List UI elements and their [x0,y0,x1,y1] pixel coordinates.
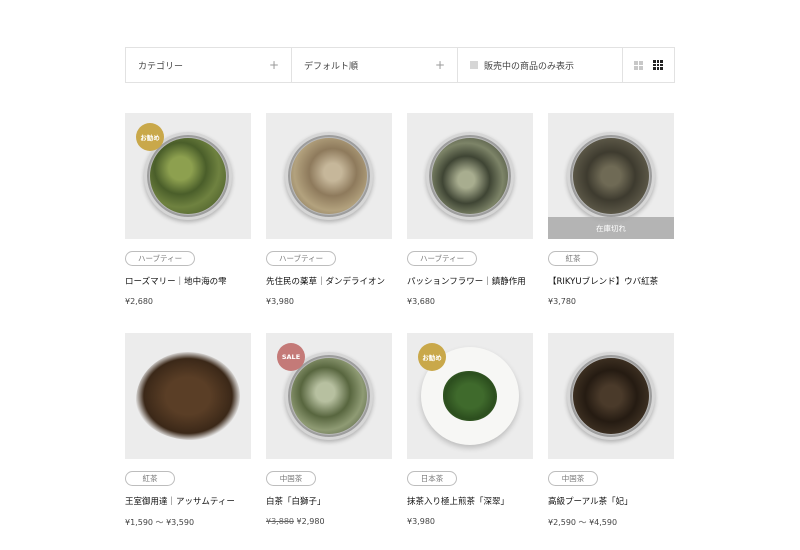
sort-dropdown[interactable]: デフォルト順 + [292,48,458,82]
sort-dropdown-label: デフォルト順 [304,61,359,72]
product-name[interactable]: 王室御用達｜アッサムティー [125,495,251,507]
category-tag[interactable]: 中国茶 [548,471,598,486]
plus-icon: + [268,58,279,72]
sale-badge: SALE [277,343,305,371]
product-price: ¥2,590 〜 ¥4,590 [548,518,618,527]
product-image[interactable]: 在庫切れ [548,113,674,239]
category-tag[interactable]: 紅茶 [125,471,175,486]
sold-out-overlay: 在庫切れ [548,217,674,239]
recommend-badge: お勧め [418,343,446,371]
product-name[interactable]: 高級プーアル茶「妃」 [548,495,674,507]
product-price: ¥3,980 [407,517,435,526]
category-dropdown[interactable]: カテゴリー + [126,48,292,82]
product-card[interactable]: 紅茶 王室御用達｜アッサムティー ¥1,590 〜 ¥3,590 [125,333,251,528]
plus-icon: + [434,58,445,72]
in-stock-label: 販売中の商品のみ表示 [484,61,575,72]
product-card[interactable]: SALE 中国茶 白茶「白獅子」 ¥3,880 ¥2,980 [266,333,392,526]
product-card[interactable]: お勧め 日本茶 抹茶入り極上煎茶「深翠」 ¥3,980 [407,333,533,526]
grid-2-view-icon[interactable] [634,60,644,70]
product-card[interactable]: お勧め ハーブティー ローズマリー｜地中海の雫 ¥2,680 [125,113,251,306]
product-card[interactable]: ハーブティー 先住民の薬草｜ダンデライオン ¥3,980 [266,113,392,306]
product-image[interactable] [407,113,533,239]
product-card[interactable]: 中国茶 高級プーアル茶「妃」 ¥2,590 〜 ¥4,590 [548,333,674,528]
product-name[interactable]: 【RIKYUブレンド】ウバ紅茶 [548,275,674,287]
product-name[interactable]: 先住民の薬草｜ダンデライオン [266,275,392,287]
product-image[interactable]: お勧め [125,113,251,239]
category-tag[interactable]: ハーブティー [125,251,196,266]
category-tag[interactable]: ハーブティー [266,251,337,266]
product-name[interactable]: ローズマリー｜地中海の雫 [125,275,251,287]
category-tag[interactable]: 中国茶 [266,471,316,486]
product-name[interactable]: 白茶「白獅子」 [266,495,392,507]
product-image[interactable] [125,333,251,459]
original-price: ¥3,880 [266,517,294,526]
product-image[interactable]: お勧め [407,333,533,459]
product-price: ¥3,880 ¥2,980 [266,517,392,526]
product-price: ¥3,680 [407,297,435,306]
category-tag[interactable]: 日本茶 [407,471,457,486]
product-name[interactable]: 抹茶入り極上煎茶「深翠」 [407,495,533,507]
in-stock-checkbox[interactable] [470,61,478,69]
product-card[interactable]: 在庫切れ 紅茶 【RIKYUブレンド】ウバ紅茶 ¥3,780 [548,113,674,306]
product-image[interactable] [548,333,674,459]
product-name[interactable]: パッションフラワー｜鎮静作用 [407,275,533,287]
filter-bar: カテゴリー + デフォルト順 + 販売中の商品のみ表示 [125,47,675,83]
category-dropdown-label: カテゴリー [138,61,184,72]
recommend-badge: お勧め [136,123,164,151]
product-price: ¥2,680 [125,297,153,306]
product-image[interactable]: SALE [266,333,392,459]
product-image[interactable] [266,113,392,239]
sale-price: ¥2,980 [296,517,325,526]
product-price: ¥3,780 [548,297,576,306]
in-stock-filter[interactable]: 販売中の商品のみ表示 [458,48,623,82]
product-price: ¥1,590 〜 ¥3,590 [125,518,195,527]
product-card[interactable]: ハーブティー パッションフラワー｜鎮静作用 ¥3,680 [407,113,533,306]
product-price: ¥3,980 [266,297,294,306]
grid-3-view-icon[interactable] [653,60,663,70]
category-tag[interactable]: 紅茶 [548,251,598,266]
category-tag[interactable]: ハーブティー [407,251,478,266]
view-toggle [623,48,674,82]
